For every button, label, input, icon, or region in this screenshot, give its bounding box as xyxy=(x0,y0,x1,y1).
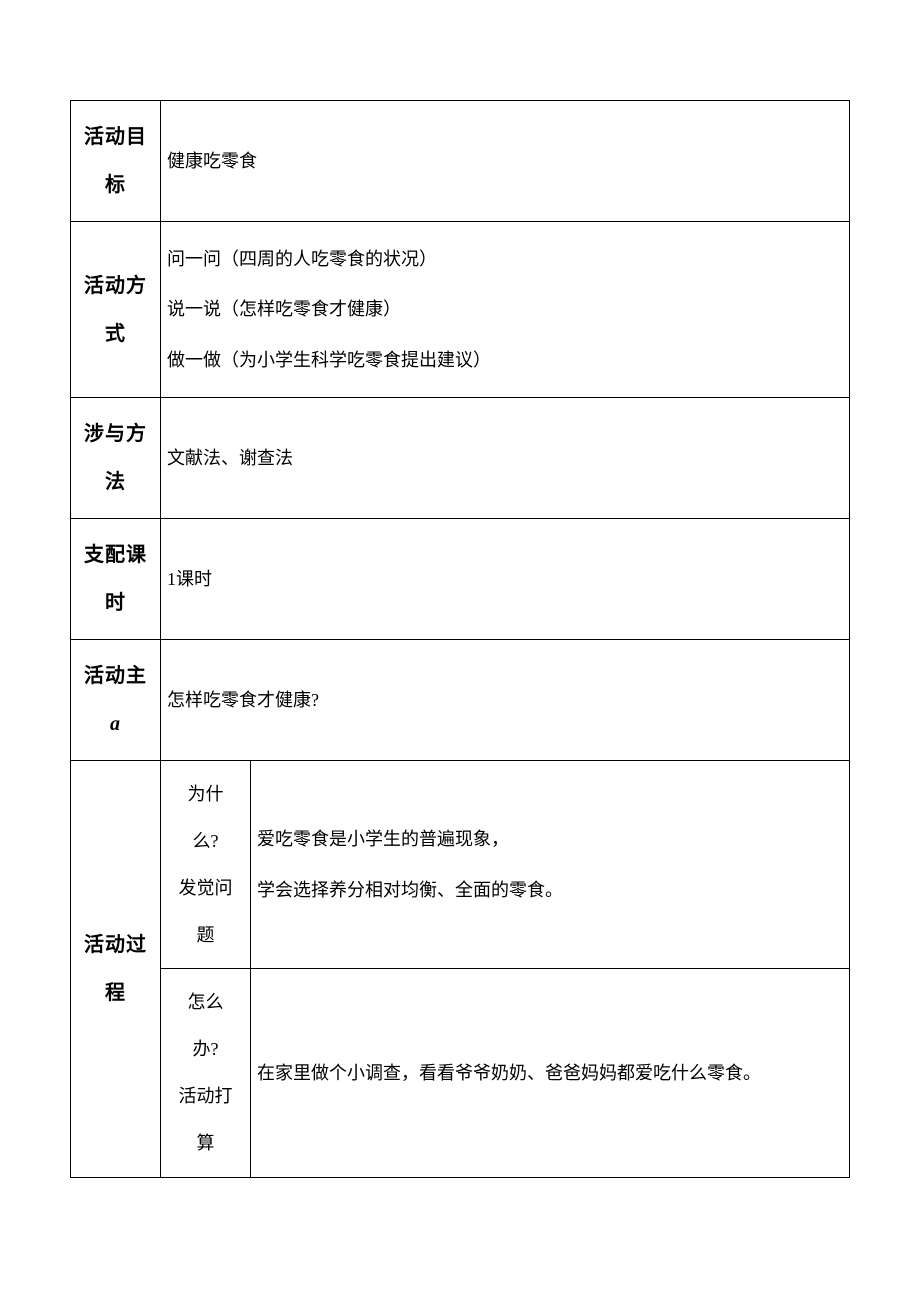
goal-content: 健康吃零食 xyxy=(161,101,850,222)
label-text: 涉与方法 xyxy=(84,423,147,493)
table-row: 活动主 a 怎样吃零食才健康? xyxy=(71,640,850,761)
content-text: 健康吃零食 xyxy=(167,151,257,171)
content-line: 爱吃零食是小学生的普遍现象， xyxy=(257,814,843,864)
content-line: 学会选择养分相对均衡、全面的零食。 xyxy=(257,865,843,915)
approach-content: 文献法、谢查法 xyxy=(161,398,850,519)
method-content: 问一问（四周的人吃零食的状况） 说一说（怎样吃零食才健康） 做一做（为小学生科学… xyxy=(161,222,850,398)
goal-label: 活动目标 xyxy=(71,101,161,222)
table-row: 活动方式 问一问（四周的人吃零食的状况） 说一说（怎样吃零食才健康） 做一做（为… xyxy=(71,222,850,398)
content-line: 做一做（为小学生科学吃零食提出建议） xyxy=(167,335,843,385)
content-text: 文献法、谢查法 xyxy=(167,448,293,468)
content-text: 怎样吃零食才健康? xyxy=(167,690,319,710)
label-text: 支配课时 xyxy=(84,544,147,614)
table-row: 涉与方法 文献法、谢查法 xyxy=(71,398,850,519)
label-text: 活动过程 xyxy=(84,934,147,1004)
label-text-part1: 活动主 xyxy=(75,652,156,700)
table-row: 支配课时 1课时 xyxy=(71,519,850,640)
label-text: 活动目标 xyxy=(84,126,147,196)
process-sub1-label: 为什 么? 发觉问 题 xyxy=(161,761,251,969)
table-row: 活动过程 为什 么? 发觉问 题 爱吃零食是小学生的普遍现象， 学会选择养分相对… xyxy=(71,761,850,969)
process-sub2-content: 在家里做个小调查，看看爷爷奶奶、爸爸妈妈都爱吃什么零食。 xyxy=(251,969,850,1177)
table-row: 怎么 办? 活动打 算 在家里做个小调查，看看爷爷奶奶、爸爸妈妈都爱吃什么零食。 xyxy=(71,969,850,1177)
method-label: 活动方式 xyxy=(71,222,161,398)
topic-label: 活动主 a xyxy=(71,640,161,761)
time-content: 1课时 xyxy=(161,519,850,640)
label-text: 活动方式 xyxy=(84,275,147,345)
content-text: 在家里做个小调查，看看爷爷奶奶、爸爸妈妈都爱吃什么零食。 xyxy=(257,1063,761,1083)
content-line: 问一问（四周的人吃零食的状况） xyxy=(167,234,843,284)
sublabel-line: 算 xyxy=(165,1120,246,1167)
approach-label: 涉与方法 xyxy=(71,398,161,519)
sublabel-line: 办? xyxy=(165,1026,246,1073)
table-row: 活动目标 健康吃零食 xyxy=(71,101,850,222)
label-text-part2: a xyxy=(75,700,156,748)
sublabel-line: 发觉问 xyxy=(165,865,246,912)
sublabel-line: 活动打 xyxy=(165,1073,246,1120)
topic-content: 怎样吃零食才健康? xyxy=(161,640,850,761)
process-label: 活动过程 xyxy=(71,761,161,1177)
time-label: 支配课时 xyxy=(71,519,161,640)
sublabel-line: 题 xyxy=(165,912,246,959)
content-line: 说一说（怎样吃零食才健康） xyxy=(167,284,843,334)
lesson-plan-table: 活动目标 健康吃零食 活动方式 问一问（四周的人吃零食的状况） 说一说（怎样吃零… xyxy=(70,100,850,1178)
sublabel-line: 怎么 xyxy=(165,979,246,1026)
sublabel-line: 么? xyxy=(165,818,246,865)
process-sub2-label: 怎么 办? 活动打 算 xyxy=(161,969,251,1177)
content-text: 1课时 xyxy=(167,569,212,589)
sublabel-line: 为什 xyxy=(165,771,246,818)
process-sub1-content: 爱吃零食是小学生的普遍现象， 学会选择养分相对均衡、全面的零食。 xyxy=(251,761,850,969)
